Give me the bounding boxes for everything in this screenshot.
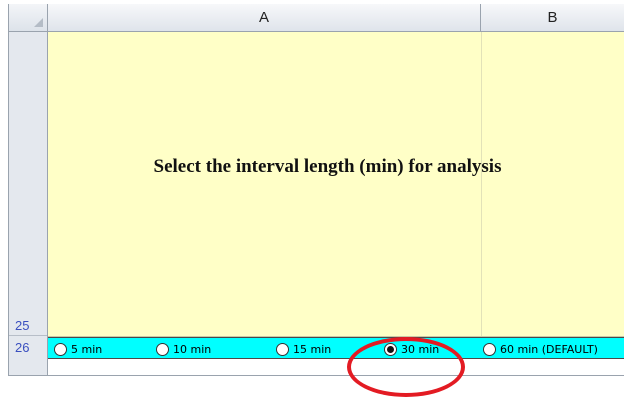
radio-unchecked-icon — [156, 342, 169, 356]
select-all-corner[interactable] — [9, 4, 48, 32]
option-10-min-radio[interactable]: 10 min — [156, 341, 211, 357]
option-15-min-radio[interactable]: 15 min — [276, 341, 331, 357]
radio-unchecked-icon — [276, 342, 289, 356]
row-header-25[interactable]: 25 — [9, 316, 47, 336]
grid-bottom-border — [8, 375, 624, 376]
option-label: 5 min — [71, 342, 103, 356]
instruction-cell[interactable] — [48, 32, 624, 336]
radio-unchecked-icon — [54, 342, 67, 356]
radio-checked-icon — [384, 342, 397, 356]
instruction-text: Select the interval length (min) for ana… — [153, 156, 502, 177]
option-label: 10 min — [173, 342, 212, 356]
interval-options-row: 5 min 10 min 15 min 30 min 60 min (DEFAU… — [48, 337, 624, 359]
column-header-b[interactable]: B — [481, 4, 624, 32]
option-label: 30 min — [401, 342, 440, 356]
option-label: 60 min (DEFAULT) — [500, 342, 598, 356]
column-divider — [481, 32, 482, 336]
option-60-min-default-radio[interactable]: 60 min (DEFAULT) — [483, 341, 598, 357]
option-30-min-radio[interactable]: 30 min — [384, 341, 439, 357]
spreadsheet-grid: A B 25 26 5 min 10 min 15 min 30 min 60 … — [8, 4, 624, 376]
select-all-triangle-icon — [34, 18, 43, 27]
option-5-min-radio[interactable]: 5 min — [54, 341, 102, 357]
column-header-a[interactable]: A — [48, 4, 481, 32]
radio-unchecked-icon — [483, 342, 496, 356]
row-header-26[interactable]: 26 — [9, 337, 47, 359]
option-label: 15 min — [293, 342, 332, 356]
